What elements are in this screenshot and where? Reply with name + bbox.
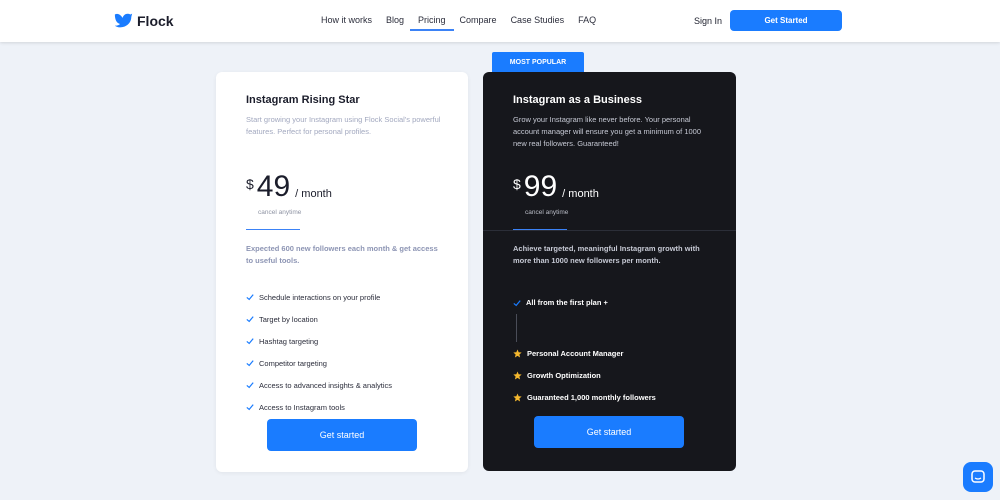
main-nav: How it works Blog Pricing Compare Case S… — [321, 15, 610, 31]
check-icon — [246, 382, 254, 389]
feature-item: Schedule interactions on your profile — [246, 286, 392, 308]
divider — [483, 230, 736, 231]
logo[interactable]: Flock — [113, 11, 174, 30]
cancel-note: cancel anytime — [525, 209, 569, 216]
star-icon — [513, 393, 522, 402]
check-icon — [246, 316, 254, 323]
get-started-button[interactable]: Get started — [534, 416, 684, 448]
most-popular-badge: MOST POPULAR — [492, 52, 584, 72]
plan-title: Instagram Rising Star — [246, 94, 360, 106]
premium-feature-item: Growth Optimization — [513, 371, 601, 380]
plan-card-business: Instagram as a Business Grow your Instag… — [483, 72, 736, 471]
feature-label: Personal Account Manager — [527, 349, 624, 358]
price-currency: $ — [513, 176, 521, 192]
plan-expectation: Achieve targeted, meaningful Instagram g… — [513, 244, 700, 265]
star-icon — [513, 349, 522, 358]
plan-title: Instagram as a Business — [513, 94, 643, 106]
feature-label: Competitor targeting — [259, 358, 327, 368]
feature-label: All from the first plan + — [526, 298, 608, 307]
plan-description: Grow your Instagram like never before. Y… — [513, 115, 702, 148]
price-period: / month — [295, 188, 332, 200]
check-icon — [246, 338, 254, 345]
plan-description: Start growing your Instagram using Flock… — [246, 115, 441, 136]
feature-list: Schedule interactions on your profile Ta… — [246, 286, 392, 418]
connector-line — [516, 314, 517, 342]
nav-faq[interactable]: FAQ — [578, 15, 596, 25]
nav-compare[interactable]: Compare — [460, 15, 497, 25]
cancel-note: cancel anytime — [258, 209, 302, 216]
divider-accent — [513, 229, 567, 230]
price-amount: 49 — [256, 170, 291, 203]
feature-label: Access to advanced insights & analytics — [259, 380, 392, 390]
nav-blog[interactable]: Blog — [386, 15, 404, 25]
check-icon — [246, 404, 254, 411]
premium-feature-item: Personal Account Manager — [513, 349, 623, 358]
premium-feature-item: Guaranteed 1,000 monthly followers — [513, 393, 656, 402]
price-amount: 99 — [523, 170, 558, 203]
divider — [246, 229, 300, 230]
price-currency: $ — [246, 176, 254, 192]
feature-item: Hashtag targeting — [246, 330, 392, 352]
plan-card-rising-star: Instagram Rising Star Start growing your… — [216, 72, 468, 472]
chat-widget-button[interactable] — [963, 462, 993, 492]
feature-item: Access to advanced insights & analytics — [246, 374, 392, 396]
feature-label: Access to Instagram tools — [259, 402, 345, 412]
bird-logo-icon — [114, 13, 133, 28]
check-icon — [246, 360, 254, 367]
feature-item: Access to Instagram tools — [246, 396, 392, 418]
feature-label: Target by location — [259, 314, 318, 324]
check-icon — [513, 299, 521, 307]
star-icon — [513, 371, 522, 380]
get-started-button[interactable]: Get started — [267, 419, 417, 451]
get-started-header-button[interactable]: Get Started — [730, 10, 842, 31]
feature-label: Growth Optimization — [527, 371, 601, 380]
feature-item: Competitor targeting — [246, 352, 392, 374]
feature-label: Guaranteed 1,000 monthly followers — [527, 393, 656, 402]
price: $ 99 / month — [513, 172, 599, 202]
nav-case-studies[interactable]: Case Studies — [511, 15, 565, 25]
plan-expectation: Expected 600 new followers each month & … — [246, 244, 438, 265]
sign-in-link[interactable]: Sign In — [694, 16, 722, 26]
base-feature-item: All from the first plan + — [513, 298, 608, 307]
logo-text: Flock — [137, 12, 174, 29]
feature-label: Schedule interactions on your profile — [259, 292, 381, 302]
price-period: / month — [562, 188, 599, 200]
price: $ 49 / month — [246, 172, 332, 202]
feature-item: Target by location — [246, 308, 392, 330]
chat-icon — [971, 470, 985, 483]
nav-how-it-works[interactable]: How it works — [321, 15, 372, 25]
check-icon — [246, 294, 254, 301]
nav-pricing[interactable]: Pricing — [410, 15, 453, 31]
feature-label: Hashtag targeting — [259, 336, 319, 346]
site-header: Flock How it works Blog Pricing Compare … — [0, 0, 1000, 42]
